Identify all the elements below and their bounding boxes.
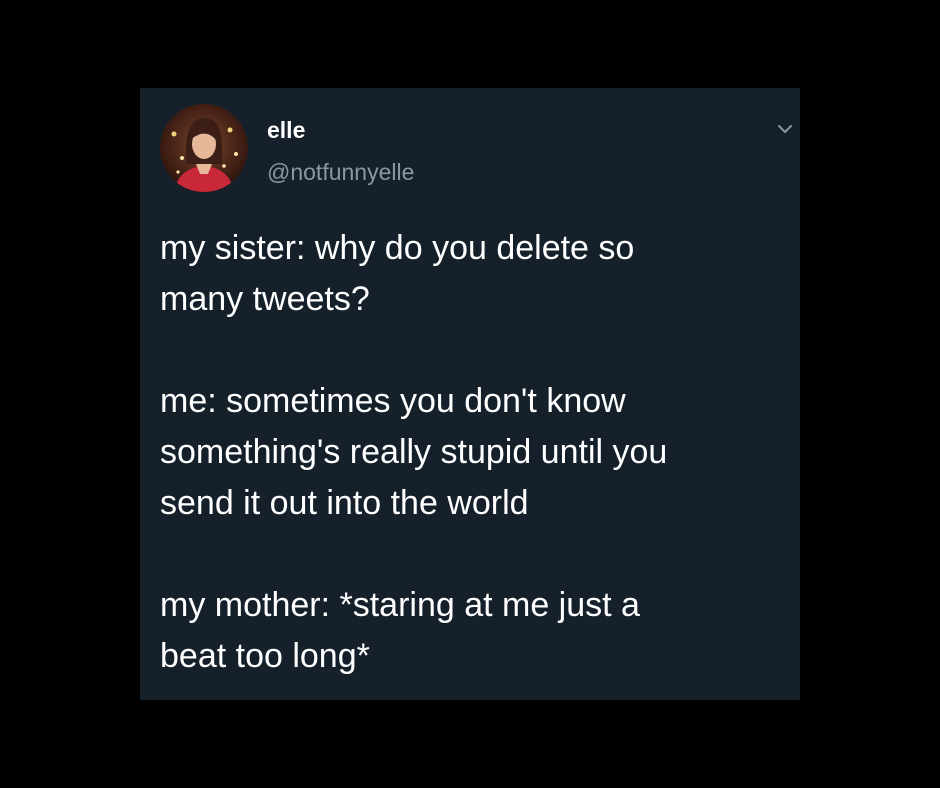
avatar[interactable] xyxy=(160,104,248,192)
tweet-paragraph: my mother: *staring at me just a beat to… xyxy=(160,586,640,675)
user-handle[interactable]: @notfunnyelle xyxy=(267,158,414,186)
display-name[interactable]: elle xyxy=(267,116,305,144)
tweet-paragraph: me: sometimes you don't know something's… xyxy=(160,382,668,522)
tweet-paragraph: my sister: why do you delete so many twe… xyxy=(160,229,635,318)
tweet-text: my sister: why do you delete so many twe… xyxy=(160,223,790,682)
avatar-photo-icon xyxy=(160,104,248,192)
chevron-down-icon[interactable] xyxy=(776,120,794,138)
tweet-card: elle @notfunnyelle my sister: why do you… xyxy=(140,88,800,700)
